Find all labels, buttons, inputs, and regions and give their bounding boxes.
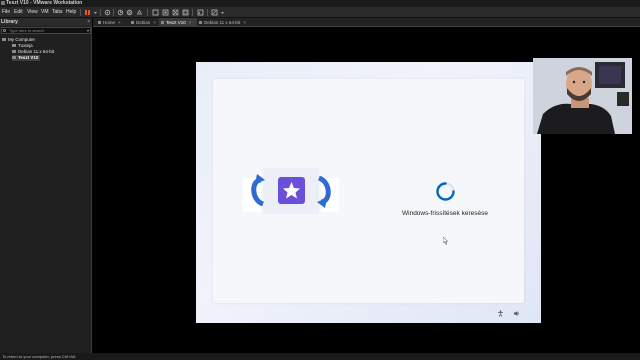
volume-icon[interactable]: [513, 310, 520, 317]
vm-icon: [199, 21, 202, 24]
close-icon[interactable]: ×: [87, 18, 90, 26]
home-icon: [98, 21, 101, 24]
close-icon[interactable]: ×: [189, 20, 192, 25]
vm-icon: [12, 56, 16, 60]
toolbar-separator: [147, 9, 148, 16]
menu-file[interactable]: File: [2, 7, 10, 18]
status-bar: To return to your computer, press Ctrl+A…: [0, 353, 640, 360]
menu-view[interactable]: View: [27, 7, 38, 18]
menu-edit[interactable]: Edit: [14, 7, 23, 18]
tab-debian-11[interactable]: Debian 11 x 64-bit ×: [197, 18, 257, 27]
power-dropdown-icon[interactable]: [92, 9, 99, 16]
tab-label: Teszt V10: [166, 20, 186, 25]
close-icon[interactable]: ×: [243, 20, 246, 25]
vm-icon: [131, 21, 134, 24]
tab-teszt-v10[interactable]: Teszt V10 ×: [159, 18, 197, 27]
toolbar-separator: [80, 9, 81, 16]
vm-icon: [12, 50, 16, 54]
menubar: File Edit View VM Tabs Help: [0, 7, 640, 18]
vmware-app-icon: [1, 1, 5, 5]
tab-label: Debian 11 x 64-bit: [204, 20, 241, 25]
library-sidebar: Library × Type here to search ▾ My Compu…: [0, 18, 92, 360]
tab-home[interactable]: Home ×: [96, 18, 129, 27]
search-icon: [3, 29, 6, 32]
tree-item-label: Tuxteja: [18, 43, 33, 48]
vm-icon: [12, 44, 16, 48]
library-header: Library ×: [0, 18, 92, 26]
close-icon[interactable]: ×: [118, 20, 121, 25]
library-title: Library: [1, 19, 18, 25]
toolbar-separator: [207, 9, 208, 16]
tree-item-label: Debian 11.x 64-bit: [18, 49, 55, 54]
device-status-icons: [594, 354, 636, 360]
manage-snapshots-icon[interactable]: [126, 9, 133, 16]
loading-spinner: [435, 181, 456, 202]
mouse-cursor-icon: [442, 232, 449, 245]
toolbar-separator: [100, 9, 101, 16]
windows-update-illustration: [243, 166, 339, 216]
computer-icon: [2, 38, 6, 42]
vm-tabbar: Home × Debian × Teszt V10 × Debian 11 x 64-…: [93, 18, 640, 27]
toolbar-separator: [113, 9, 114, 16]
console-icon[interactable]: [197, 9, 204, 16]
tab-label: Home: [103, 20, 116, 25]
unity-icon[interactable]: [182, 9, 189, 16]
library-search-placeholder: Type here to search: [9, 28, 45, 33]
vm-icon: [161, 21, 164, 24]
manage-snapshots-icon[interactable]: [136, 9, 143, 16]
chevron-down-icon[interactable]: ▾: [87, 28, 89, 33]
single-window-icon[interactable]: [152, 9, 159, 16]
revert-icon[interactable]: [117, 9, 124, 16]
menu-help[interactable]: Help: [66, 7, 76, 18]
stretch-icon[interactable]: [211, 9, 218, 16]
accessibility-icon[interactable]: [497, 310, 504, 317]
window-title: Teszt V10 - VMware Workstation: [6, 0, 83, 6]
settings-icon[interactable]: [219, 9, 226, 16]
toolbar-separator: [192, 9, 193, 16]
update-status-text: Windows-frissítések keresése: [402, 210, 488, 217]
pause-icon[interactable]: [84, 9, 91, 16]
multi-window-icon[interactable]: [162, 9, 169, 16]
status-message: To return to your computer, press Ctrl+A…: [2, 354, 77, 359]
fullscreen-icon[interactable]: [172, 9, 179, 16]
tree-item-label: My Computer: [8, 37, 36, 42]
menu-vm[interactable]: VM: [41, 7, 49, 18]
close-icon[interactable]: ×: [153, 20, 156, 25]
library-search-input[interactable]: Type here to search ▾: [1, 27, 91, 34]
snapshot-icon[interactable]: [104, 9, 111, 16]
menu-tabs[interactable]: Tabs: [52, 7, 63, 18]
tree-item-label: Teszt V10: [18, 55, 39, 60]
tab-label: Debian: [136, 20, 151, 25]
window-titlebar: Teszt V10 - VMware Workstation: [0, 0, 640, 7]
tab-debian[interactable]: Debian ×: [129, 18, 159, 27]
webcam-overlay: [533, 58, 632, 134]
tree-item-vm-selected[interactable]: Teszt V10: [12, 55, 41, 61]
